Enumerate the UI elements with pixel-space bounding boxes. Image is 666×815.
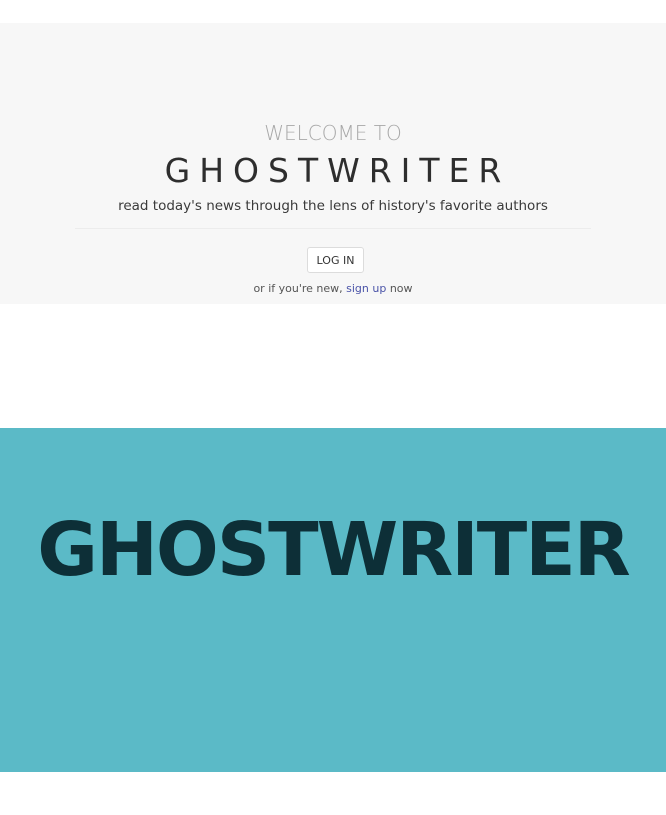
welcome-heading: WELCOME TO	[264, 121, 402, 145]
signup-link[interactable]: sign up	[346, 282, 386, 295]
page: WELCOME TO GHOSTWRITER read today's news…	[0, 0, 666, 815]
logo-banner: GHOSTWRITER	[0, 428, 666, 772]
site-title: GHOSTWRITER	[164, 151, 511, 190]
tagline: read today's news through the lens of hi…	[118, 198, 548, 214]
hero-divider	[75, 228, 591, 229]
ghostwriter-logo: GHOSTWRITER	[37, 507, 631, 593]
login-button[interactable]: LOG IN	[307, 247, 364, 273]
signup-suffix-text: now	[386, 282, 413, 295]
welcome-hero: WELCOME TO GHOSTWRITER read today's news…	[0, 23, 666, 304]
signup-prompt: or if you're new, sign up now	[0, 282, 666, 295]
signup-prefix-text: or if you're new,	[253, 282, 347, 295]
